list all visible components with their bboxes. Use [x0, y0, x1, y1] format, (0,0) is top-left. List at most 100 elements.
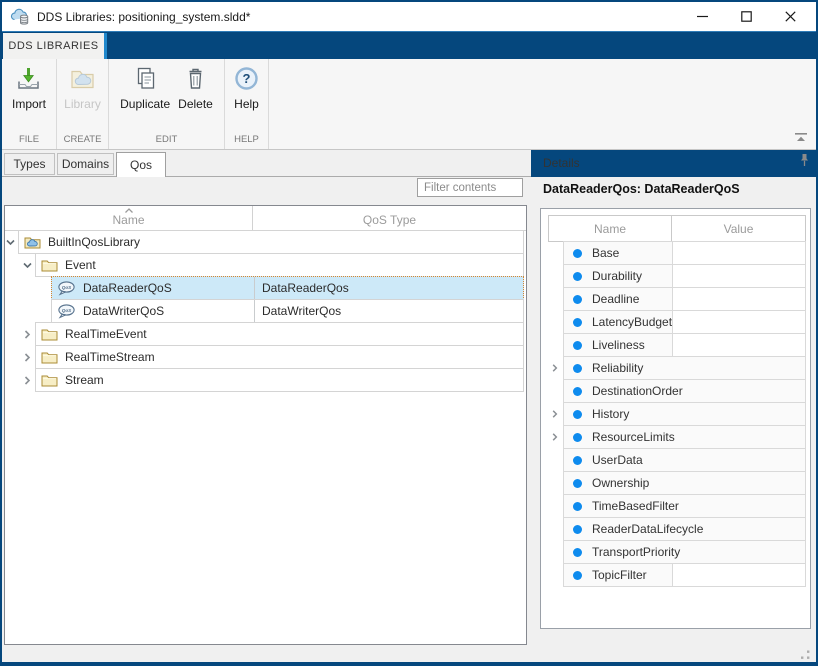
- filter-contents-input[interactable]: [417, 178, 523, 197]
- qos-type-cell: DataReaderQos: [254, 277, 523, 299]
- details-heading: DataReaderQos: DataReaderQoS: [543, 182, 740, 196]
- blue-dot-icon: [573, 318, 582, 327]
- duplicate-button[interactable]: Duplicate: [116, 65, 174, 111]
- property-value-cell[interactable]: [672, 311, 805, 333]
- chevron-right-icon[interactable]: [550, 363, 560, 373]
- property-row[interactable]: ResourceLimits: [548, 425, 806, 449]
- title-bar: DDS Libraries: positioning_system.sldd*: [2, 2, 816, 31]
- help-button[interactable]: ? Help: [229, 65, 264, 111]
- tree-row[interactable]: QoS DataReaderQoS DataReaderQos: [51, 276, 524, 300]
- property-row[interactable]: DestinationOrder: [548, 379, 806, 403]
- resize-grip[interactable]: [800, 650, 810, 660]
- sort-ascending-icon: [124, 207, 134, 214]
- property-value-cell[interactable]: [672, 564, 805, 586]
- svg-text:?: ?: [243, 71, 251, 86]
- property-row[interactable]: ReaderDataLifecycle: [548, 517, 806, 541]
- close-button[interactable]: [768, 2, 812, 31]
- dds-libraries-window: DDS Libraries: positioning_system.sldd* …: [0, 0, 818, 666]
- qos-type-cell: DataWriterQos: [254, 300, 523, 322]
- property-row[interactable]: Base: [548, 241, 806, 265]
- chevron-right-icon[interactable]: [550, 409, 560, 419]
- toolstrip-group-help: ? Help HELP: [225, 59, 269, 149]
- chevron-right-icon[interactable]: [22, 352, 33, 363]
- collapse-toolstrip-icon[interactable]: [794, 132, 808, 143]
- property-name: TransportPriority: [592, 545, 680, 559]
- tab-qos[interactable]: Qos: [116, 152, 166, 177]
- folder-icon: [41, 327, 58, 341]
- svg-text:QoS: QoS: [62, 308, 72, 313]
- column-header-qos-type[interactable]: QoS Type: [253, 206, 526, 230]
- blue-dot-icon: [573, 387, 582, 396]
- property-name: TopicFilter: [592, 568, 647, 582]
- property-name: ResourceLimits: [592, 430, 675, 444]
- property-row[interactable]: Liveliness: [548, 333, 806, 357]
- property-value-cell[interactable]: [672, 242, 805, 264]
- details-panel: Name Value BaseDurabilityDeadlineLatency…: [540, 208, 811, 629]
- ribbon-tab-dds-libraries[interactable]: DDS LIBRARIES: [3, 33, 107, 59]
- tree-row[interactable]: QoSDataWriterQoSDataWriterQos: [51, 299, 524, 323]
- blue-dot-icon: [573, 548, 582, 557]
- property-row[interactable]: History: [548, 402, 806, 426]
- import-button[interactable]: Import: [8, 65, 50, 111]
- blue-dot-icon: [573, 249, 582, 258]
- chevron-right-icon[interactable]: [22, 375, 33, 386]
- chevron-right-icon[interactable]: [22, 329, 33, 340]
- details-panel-title: Details: [543, 156, 580, 170]
- property-column-name: Name: [549, 216, 672, 241]
- tree-row[interactable]: BuiltInQosLibrary: [18, 230, 524, 254]
- library-button[interactable]: Library: [60, 65, 105, 111]
- chevron-down-icon[interactable]: [5, 237, 16, 248]
- tab-domains[interactable]: Domains: [57, 153, 114, 175]
- chevron-down-icon[interactable]: [22, 260, 33, 271]
- property-name: UserData: [592, 453, 643, 467]
- property-value-cell[interactable]: [672, 265, 805, 287]
- property-name: Durability: [592, 269, 642, 283]
- chevron-right-icon[interactable]: [550, 432, 560, 442]
- delete-button[interactable]: Delete: [174, 65, 217, 111]
- tree-row[interactable]: Stream: [35, 368, 524, 392]
- property-row[interactable]: Ownership: [548, 471, 806, 495]
- tree-row[interactable]: RealTimeStream: [35, 345, 524, 369]
- blue-dot-icon: [573, 364, 582, 373]
- tree-row[interactable]: RealTimeEvent: [35, 322, 524, 346]
- maximize-button[interactable]: [724, 2, 768, 31]
- tree-header: Name QoS Type: [5, 206, 526, 231]
- blue-dot-icon: [573, 502, 582, 511]
- cloud-folder-icon: [24, 235, 41, 249]
- property-row[interactable]: Durability: [548, 264, 806, 288]
- property-row[interactable]: Reliability: [548, 356, 806, 380]
- tree-row-label: Event: [65, 258, 96, 272]
- tree-row[interactable]: Event: [35, 253, 524, 277]
- pin-icon[interactable]: [800, 153, 809, 167]
- tab-types[interactable]: Types: [4, 153, 55, 175]
- property-row[interactable]: TransportPriority: [548, 540, 806, 564]
- folder-icon: [41, 373, 58, 387]
- tree-row-label: DataReaderQoS: [83, 281, 172, 295]
- property-row[interactable]: TimeBasedFilter: [548, 494, 806, 518]
- library-icon: [69, 65, 96, 92]
- details-rows: Base Durability DeadlineLatencyBudget Livel…: [548, 241, 806, 587]
- toolstrip-group-file: Import FILE: [2, 59, 57, 149]
- import-icon: [15, 65, 42, 92]
- ribbon-tab-band: DDS LIBRARIES: [2, 31, 816, 59]
- help-icon: ?: [233, 65, 260, 92]
- property-row[interactable]: UserData: [548, 448, 806, 472]
- tree-row-label: BuiltInQosLibrary: [48, 235, 140, 249]
- group-label-edit: EDIT: [109, 134, 224, 145]
- property-name: Liveliness: [592, 338, 645, 352]
- column-header-name[interactable]: Name: [5, 206, 253, 230]
- blue-dot-icon: [573, 341, 582, 350]
- blue-dot-icon: [573, 479, 582, 488]
- property-name: DestinationOrder: [592, 384, 683, 398]
- minimize-button[interactable]: [680, 2, 724, 31]
- property-name: ReaderDataLifecycle: [592, 522, 703, 536]
- property-row[interactable]: LatencyBudget: [548, 310, 806, 334]
- property-row[interactable]: Deadline: [548, 287, 806, 311]
- svg-text:QoS: QoS: [62, 285, 72, 290]
- toolstrip: Import FILE Library CREATE: [2, 59, 816, 150]
- property-value-cell[interactable]: [672, 334, 805, 356]
- property-row[interactable]: TopicFilter: [548, 563, 806, 587]
- property-name: Base: [592, 246, 619, 260]
- group-label-create: CREATE: [57, 134, 108, 145]
- property-value-cell[interactable]: [672, 288, 805, 310]
